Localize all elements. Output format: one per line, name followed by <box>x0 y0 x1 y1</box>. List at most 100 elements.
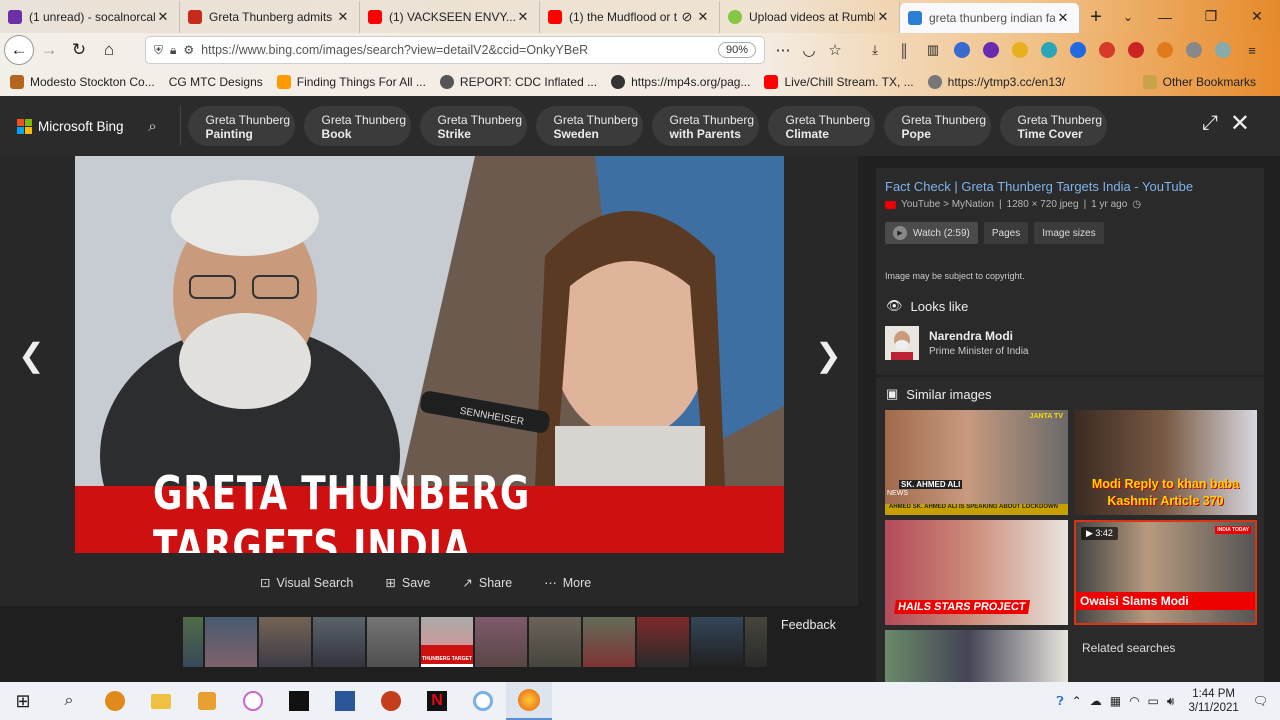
onedrive-icon[interactable]: ☁ <box>1090 694 1102 708</box>
library-icon[interactable]: ║ <box>891 35 917 65</box>
thumbnail[interactable] <box>313 617 365 667</box>
extension-fox-icon[interactable] <box>1152 35 1178 65</box>
tab-bing-images[interactable]: greta thunberg indian fa ✕ <box>900 3 1080 33</box>
thumbnail-current[interactable]: THUNBERG TARGETS I <box>421 617 473 667</box>
home-button[interactable]: ⌂ <box>94 35 124 65</box>
visual-search-button[interactable]: ⊡ Visual Search <box>260 575 353 591</box>
powerpoint-icon[interactable] <box>368 682 414 720</box>
shield-icon[interactable]: ⛨ <box>154 43 163 58</box>
restore-button[interactable]: ❐ <box>1188 0 1234 33</box>
watch-button[interactable]: ▶ Watch (2:59) <box>885 222 978 244</box>
bookmark-item[interactable]: REPORT: CDC Inflated ... <box>439 74 597 89</box>
source-title-link[interactable]: Fact Check | Greta Thunberg Targets Indi… <box>885 179 1193 194</box>
similar-image[interactable]: ▶ 3:42 INDIA TODAY Owaisi Slams Modi <box>1074 520 1257 625</box>
close-tab-icon[interactable]: ✕ <box>875 9 891 25</box>
bookmark-item[interactable]: Modesto Stockton Co... <box>10 74 155 89</box>
clock[interactable]: 1:44 PM 3/11/2021 <box>1188 687 1238 715</box>
close-window-button[interactable]: ✕ <box>1234 0 1280 33</box>
pill-pope[interactable]: Greta Thunberg Pope <box>883 106 991 146</box>
bookmark-item[interactable]: https://ytmp3.cc/en13/ <box>927 74 1065 89</box>
related-searches[interactable]: Related searches <box>1074 634 1257 682</box>
edge-icon[interactable] <box>92 682 138 720</box>
source-name[interactable]: YouTube > MyNation <box>901 199 994 210</box>
tab-list-chevron-icon[interactable]: ⌄ <box>1112 1 1144 33</box>
pill-book[interactable]: Greta Thunberg Book <box>303 106 411 146</box>
extension-globe-icon[interactable] <box>949 35 975 65</box>
cortana-icon[interactable] <box>460 682 506 720</box>
chevron-up-icon[interactable]: ⌃ <box>1072 694 1082 708</box>
pill-painting[interactable]: Greta Thunberg Painting <box>187 106 295 146</box>
permissions-icon[interactable]: ⚙ <box>183 43 194 57</box>
wifi-icon[interactable]: ◠ <box>1129 694 1139 708</box>
close-tab-icon[interactable]: ✕ <box>515 9 531 25</box>
tab-email[interactable]: (1 unread) - socalnorcalm ✕ <box>0 1 180 33</box>
battery-icon[interactable]: ▭ <box>1148 694 1159 708</box>
thumbnail[interactable] <box>259 617 311 667</box>
lock-icon[interactable]: 🔒︎ <box>170 43 176 58</box>
pill-with-parents[interactable]: Greta Thunberg with Parents <box>651 106 759 146</box>
main-image[interactable]: SENNHEISER GRETA THUNBERG TARGETS INDIA <box>75 156 784 553</box>
looks-like-person[interactable]: Narendra Modi Prime Minister of India <box>885 326 1028 360</box>
save-button[interactable]: ⊞ Save <box>385 575 430 591</box>
bookmark-item[interactable]: Live/Chill Stream. TX, ... <box>764 74 914 89</box>
pill-sweden[interactable]: Greta Thunberg Sweden <box>535 106 643 146</box>
pill-strike[interactable]: Greta Thunberg Strike <box>419 106 527 146</box>
address-bar[interactable]: ⛨ 🔒︎ ⚙ https://www.bing.com/images/searc… <box>146 37 764 63</box>
url-text[interactable]: https://www.bing.com/images/search?view=… <box>201 43 714 57</box>
reload-button[interactable]: ↻ <box>64 35 94 65</box>
thumbnail[interactable] <box>745 617 767 667</box>
bookmark-item[interactable]: Finding Things For All ... <box>276 74 426 89</box>
extension-coin-icon[interactable] <box>1007 35 1033 65</box>
search-icon[interactable]: ⌕ <box>46 682 92 720</box>
app-dark-icon[interactable] <box>276 682 322 720</box>
volume-icon[interactable]: 🔊︎ <box>1167 694 1175 709</box>
pocket-icon[interactable]: ◡ <box>796 35 822 65</box>
bookmark-star-icon[interactable]: ☆ <box>822 35 848 65</box>
tab-youtube-1[interactable]: (1) VACKSEEN ENVY...Firs ✕ <box>360 1 540 33</box>
menu-icon[interactable]: ≡ <box>1239 35 1265 65</box>
new-tab-button[interactable]: + <box>1080 1 1112 33</box>
bing-logo[interactable]: Microsoft Bing <box>17 118 124 134</box>
thumbnail[interactable] <box>691 617 743 667</box>
word-icon[interactable] <box>322 682 368 720</box>
bookmark-item[interactable]: CG MTC Designs <box>169 75 263 89</box>
feedback-link[interactable]: Feedback <box>781 618 836 632</box>
person-name[interactable]: Narendra Modi <box>929 329 1028 343</box>
extension-r-icon[interactable] <box>978 35 1004 65</box>
similar-image[interactable]: JANTA TV NEWS SK. AHMED ALI AHMED SK. AH… <box>885 410 1068 515</box>
video-editor-icon[interactable] <box>184 682 230 720</box>
expand-icon[interactable]: ⤢ <box>1202 112 1218 135</box>
similar-image[interactable]: HAILS STARS PROJECT <box>885 520 1068 625</box>
close-tab-icon[interactable]: ✕ <box>695 9 711 25</box>
next-image-arrow-icon[interactable]: ❯ <box>815 336 842 374</box>
windows-start-icon[interactable]: ⊞ <box>0 682 46 720</box>
tab-youtube-2[interactable]: (1) the Mudflood or t ⊘ ✕ <box>540 1 720 33</box>
similar-image[interactable]: Modi Reply to khan baba Kashmir Article … <box>1074 410 1257 515</box>
pill-climate[interactable]: Greta Thunberg Climate <box>767 106 875 146</box>
extension-red-icon[interactable] <box>1094 35 1120 65</box>
extension-blue-icon[interactable] <box>1065 35 1091 65</box>
other-bookmarks[interactable]: Other Bookmarks <box>1142 74 1256 89</box>
mute-tab-icon[interactable]: ⊘ <box>679 9 695 25</box>
pages-button[interactable]: Pages <box>983 222 1029 244</box>
close-tab-icon[interactable]: ✕ <box>1055 10 1071 26</box>
thumbnail[interactable] <box>367 617 419 667</box>
extension-t-icon[interactable] <box>1181 35 1207 65</box>
thumbnail[interactable] <box>205 617 257 667</box>
zoom-level[interactable]: 90% <box>717 42 756 58</box>
extension-heart-icon[interactable] <box>1210 35 1236 65</box>
notifications-icon[interactable]: 🗨︎ <box>1253 694 1268 708</box>
minimize-button[interactable]: — <box>1142 0 1188 33</box>
pill-time-cover[interactable]: Greta Thunberg Time Cover <box>999 106 1107 146</box>
firefox-icon[interactable] <box>506 682 552 720</box>
file-explorer-icon[interactable] <box>138 682 184 720</box>
extension-diamond-icon[interactable] <box>1036 35 1062 65</box>
previous-image-arrow-icon[interactable]: ❮ <box>18 336 45 374</box>
thumbnail[interactable] <box>529 617 581 667</box>
extension-flower-icon[interactable] <box>1123 35 1149 65</box>
tab-rumble[interactable]: Upload videos at Rumble ✕ <box>720 1 900 33</box>
sidebar-icon[interactable]: ▥ <box>920 35 946 65</box>
close-tab-icon[interactable]: ✕ <box>155 9 171 25</box>
share-button[interactable]: ↗ Share <box>462 575 512 591</box>
thumbnail[interactable] <box>583 617 635 667</box>
